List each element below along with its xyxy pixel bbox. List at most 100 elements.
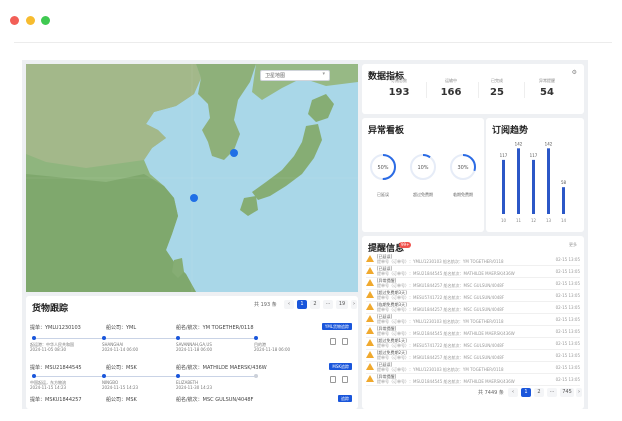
warning-icon — [366, 255, 374, 262]
alerts-next-page[interactable]: › — [576, 388, 582, 397]
settings-icon[interactable]: ⚙ — [572, 69, 577, 76]
alert-time: 02-15 13:05 — [555, 317, 580, 322]
stat-label: 运输中 — [445, 78, 457, 83]
alert-item[interactable]: [已延误] 提单号（订单号）：MSU21844545 船名航次：MATHILDE … — [366, 266, 580, 278]
alerts-prev-page[interactable]: ‹ — [508, 388, 518, 397]
trend-bar — [532, 159, 535, 214]
maximize-window-button[interactable] — [41, 16, 50, 25]
alert-time: 02-15 13:05 — [555, 257, 580, 262]
alerts-page-last[interactable]: 745 — [560, 388, 574, 397]
alert-item[interactable]: [超过免费期1天] 提单号（订单号）：MESU5741722 船名航次：MSC G… — [366, 338, 580, 350]
trend-category-label: 11 — [516, 218, 522, 223]
vessel-voyage: 船名/航次：MATHILDE MAERSK/436W — [176, 365, 267, 371]
alert-time: 02-15 13:05 — [555, 305, 580, 310]
warning-icon — [366, 375, 374, 382]
alert-divider — [366, 385, 580, 386]
track-cargo-button[interactable]: MSK追踪 — [329, 363, 352, 370]
track-step-dot — [254, 374, 258, 378]
trend-bar — [562, 187, 565, 214]
tracking-prev-page[interactable]: ‹ — [284, 300, 294, 309]
delayed-ring-chart: 50% — [370, 154, 396, 180]
carrier: 船公司：YML — [106, 325, 137, 331]
alert-item[interactable]: [异常提醒] 提单号（订单号）：MSKU1844257 船名航次：MSC GULS… — [366, 278, 580, 290]
track-step-dot — [102, 336, 106, 340]
alert-item[interactable]: [已延误] 提单号（订单号）：YMLU1230103 船名航次：YM TOGETH… — [366, 254, 580, 266]
ship-marker[interactable] — [230, 149, 238, 157]
stat-label: 订阅总数 — [391, 78, 407, 83]
track-step-dot — [176, 374, 180, 378]
ship-marker[interactable] — [190, 194, 198, 202]
warning-icon — [366, 267, 374, 274]
tracking-title: 货物跟踪 — [32, 304, 69, 314]
abnormal-board-card: 异常看板 50% 10% 30% 已延误 超过免费期 临期免费期 — [362, 118, 484, 232]
track-step-dot — [32, 336, 36, 340]
alert-time: 02-15 13:05 — [555, 329, 580, 334]
alert-time: 02-15 13:05 — [555, 365, 580, 370]
alerts-card: 提醒信息 99+ 更多 [已延误] 提单号（订单号）：YMLU1230103 船名… — [362, 236, 584, 409]
track-cargo-button[interactable]: 追踪 — [338, 395, 352, 402]
alert-item[interactable]: [临期免费期3天] 提单号（订单号）：MSKU1844257 船名航次：MSC G… — [366, 302, 580, 314]
tracking-total: 共 193 条 — [254, 302, 277, 308]
share-icon[interactable] — [342, 376, 348, 383]
track-step: NINGBO 2024-11-15 14:23 — [102, 380, 138, 390]
ring-value: 10% — [417, 165, 428, 171]
tracking-page-2[interactable]: 2 — [310, 300, 320, 309]
alert-item[interactable]: [异常提醒] 提单号（订单号）：MSU21844545 船名航次：MATHILDE… — [366, 374, 580, 386]
warning-icon — [366, 303, 374, 310]
alert-item[interactable]: [超过免费期2天] 提单号（订单号）：MSKU1844257 船名航次：MSC G… — [366, 350, 580, 362]
data-indicators-card: 数据指标 ⚙ 订阅总数 193 运输中 166 已完成 25 异常提醒 54 — [362, 64, 584, 114]
tracking-page-ellipsis[interactable]: ··· — [323, 300, 333, 309]
carrier: 船公司：MSK — [106, 397, 137, 403]
alert-item[interactable]: [异常提醒] 提单号（订单号）：MSU21844545 船名航次：MATHILDE… — [366, 326, 580, 338]
tracking-next-page[interactable]: › — [351, 300, 357, 309]
vessel-voyage: 船名/航次：YM TOGETHER/0118 — [176, 325, 254, 331]
tracking-page-1[interactable]: 1 — [297, 300, 307, 309]
carrier: 船公司：MSK — [106, 365, 137, 371]
trend-category-label: 14 — [561, 218, 567, 223]
stat-label: 异常提醒 — [539, 78, 555, 83]
track-cargo-button[interactable]: YML货物追踪 — [321, 323, 352, 330]
warning-icon — [366, 339, 374, 346]
ring-value: 30% — [457, 165, 468, 171]
trend-bar-value: 58 — [561, 180, 567, 185]
warning-icon — [366, 279, 374, 286]
stat-label: 已完成 — [491, 78, 503, 83]
step-time: 2024-11-05 08:30 — [30, 347, 67, 352]
close-window-button[interactable] — [10, 16, 19, 25]
document-icon[interactable] — [330, 376, 336, 383]
warning-icon — [366, 291, 374, 298]
alert-item[interactable]: [已延误] 提单号（订单号）：YMLU1230103 船名航次：YM TOGETH… — [366, 314, 580, 326]
map-layer-select[interactable]: 卫星地图 ▾ — [260, 70, 330, 81]
trend-bar-value: 117 — [530, 153, 538, 158]
alert-item[interactable]: [超过免费期3天] 提单号（订单号）：MESU5741722 船名航次：MSC G… — [366, 290, 580, 302]
alerts-page-1[interactable]: 1 — [521, 388, 531, 397]
share-icon[interactable] — [342, 338, 348, 345]
track-step-dot — [32, 374, 36, 378]
warning-icon — [366, 351, 374, 358]
alert-time: 02-15 13:05 — [555, 341, 580, 346]
document-icon[interactable] — [330, 338, 336, 345]
trend-bar — [502, 159, 505, 214]
alerts-more-link[interactable]: 更多 — [569, 242, 577, 248]
titlebar-divider — [14, 42, 612, 43]
alert-item[interactable]: [已延误] 提单号（订单号）：YMLU1230103 船名航次：YM TOGETH… — [366, 362, 580, 374]
track-progress-line — [34, 376, 258, 377]
subscription-trend-card: 订阅趋势 117 10 142 11 117 12 142 13 58 14 — [486, 118, 584, 232]
minimize-window-button[interactable] — [26, 16, 35, 25]
stat-completed: 已完成 25 — [472, 78, 522, 98]
stat-value: 25 — [490, 87, 504, 98]
shipment-map[interactable]: 卫星地图 ▾ — [26, 64, 358, 292]
trend-category-label: 10 — [501, 218, 507, 223]
ring-label: 临期免费期 — [453, 192, 473, 197]
warning-icon — [366, 327, 374, 334]
tracking-page-last[interactable]: 19 — [336, 300, 348, 309]
step-time: 2024-11-14 06:00 — [102, 347, 139, 352]
warning-icon — [366, 363, 374, 370]
alerts-page-2[interactable]: 2 — [534, 388, 544, 397]
track-step: ELIZABETH 2024-11-30 14:23 — [176, 380, 212, 390]
map-canvas[interactable] — [26, 64, 358, 292]
trend-bar — [547, 148, 550, 214]
track-step-dot — [254, 336, 258, 340]
alerts-page-ellipsis[interactable]: ··· — [547, 388, 557, 397]
window-titlebar — [0, 0, 622, 46]
